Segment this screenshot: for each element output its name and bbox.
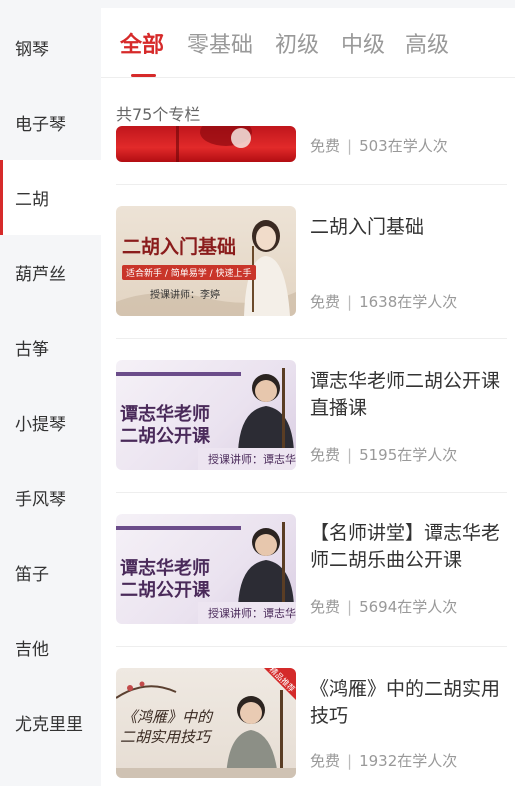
course-thumbnail: 精品推荐 《鸿雁》中的 二胡实用技巧 [116, 668, 296, 778]
course-thumbnail: 谭志华老师 二胡公开课 授课讲师：谭志华 [116, 360, 296, 470]
sidebar-item-label: 钢琴 [15, 40, 49, 60]
course-title[interactable]: 《鸿雁》中的二胡实用技巧 [310, 676, 506, 730]
tab-intermediate[interactable]: 中级 [341, 27, 385, 59]
divider [116, 646, 507, 647]
meta-separator: | [347, 293, 353, 311]
list-item[interactable]: 二胡入门基础 适合新手 / 简单易学 / 快速上手 授课讲师：李婷 二胡入门基础… [116, 206, 507, 316]
sidebar-item-guzheng[interactable]: 古筝 [0, 310, 101, 385]
divider [116, 184, 507, 185]
meta-separator: | [347, 446, 353, 464]
sidebar-item-erhu[interactable]: 二胡 [0, 160, 101, 235]
learner-count: 5195在学人次 [359, 446, 458, 464]
sidebar-item-label: 二胡 [15, 190, 49, 210]
price-label: 免费 [310, 446, 341, 464]
learner-count: 1638在学人次 [359, 293, 458, 311]
thumb-heading-line1: 《鸿雁》中的 [122, 708, 213, 726]
sidebar-item-piano[interactable]: 钢琴 [0, 10, 101, 85]
sidebar-item-label: 电子琴 [15, 115, 66, 135]
meta-separator: | [347, 137, 353, 155]
course-meta: 免费 | 1638在学人次 [310, 291, 457, 312]
column-count: 共75个专栏 [116, 105, 201, 124]
thumb-teacher: 授课讲师：李婷 [150, 290, 220, 301]
tab-all[interactable]: 全部 [120, 27, 164, 59]
sidebar-item-label: 古筝 [15, 340, 49, 360]
level-tabs: 全部 零基础 初级 中级 高级 [101, 8, 515, 78]
course-thumbnail: 谭志华老师 二胡公开课 授课讲师：谭志华 [116, 514, 296, 624]
course-title[interactable]: 【名师讲堂】谭志华老师二胡乐曲公开课 [310, 520, 506, 574]
sidebar-item-violin[interactable]: 小提琴 [0, 385, 101, 460]
sidebar-item-label: 葫芦丝 [15, 265, 66, 285]
price-label: 免费 [310, 293, 341, 311]
top-strip [101, 0, 515, 8]
tab-beginner[interactable]: 初级 [275, 27, 319, 59]
thumb-heading: 二胡入门基础 [122, 236, 237, 258]
course-meta: 免费 | 5694在学人次 [310, 596, 457, 617]
divider [116, 338, 507, 339]
thumb-heading-line2: 二胡实用技巧 [120, 728, 211, 746]
sidebar-item-label: 吉他 [15, 640, 49, 660]
category-sidebar: 钢琴 电子琴 二胡 葫芦丝 古筝 小提琴 手风琴 笛子 吉他 尤克里里 [0, 0, 101, 786]
course-title[interactable]: 谭志华老师二胡公开课直播课 [310, 368, 506, 422]
course-thumbnail: 二胡入门基础 适合新手 / 简单易学 / 快速上手 授课讲师：李婷 [116, 206, 296, 316]
course-meta: 免费 | 1932在学人次 [310, 750, 457, 771]
thumb-teacher: 授课讲师：谭志华 [208, 453, 296, 466]
list-item[interactable]: 精品推荐 《鸿雁》中的 二胡实用技巧 《鸿雁》中的二胡实用技巧 免费 | 1932在… [116, 668, 507, 778]
price-label: 免费 [310, 137, 341, 155]
thumb-teacher: 授课讲师：谭志华 [208, 607, 296, 620]
meta-separator: | [347, 598, 353, 616]
tab-zero-basics[interactable]: 零基础 [187, 27, 253, 59]
sidebar-item-guitar[interactable]: 吉他 [0, 610, 101, 685]
thumb-tagline: 适合新手 / 简单易学 / 快速上手 [122, 265, 256, 280]
learner-count: 503在学人次 [359, 137, 448, 155]
tab-advanced[interactable]: 高级 [405, 27, 449, 59]
sidebar-item-accordion[interactable]: 手风琴 [0, 460, 101, 535]
course-thumbnail [116, 126, 296, 162]
list-item[interactable]: 谭志华老师 二胡公开课 授课讲师：谭志华 谭志华老师二胡公开课直播课 免费 | 51… [116, 360, 507, 470]
learner-count: 1932在学人次 [359, 752, 458, 770]
sidebar-item-dizi[interactable]: 笛子 [0, 535, 101, 610]
sidebar-item-hulusi[interactable]: 葫芦丝 [0, 235, 101, 310]
course-title[interactable]: 二胡入门基础 [310, 214, 506, 241]
list-item[interactable]: 免费 | 503在学人次 [116, 126, 507, 162]
sidebar-item-label: 小提琴 [15, 415, 66, 435]
price-label: 免费 [310, 752, 341, 770]
thumb-heading-line2: 二胡公开课 [120, 426, 210, 447]
course-meta: 免费 | 5195在学人次 [310, 444, 457, 465]
thumbnail-art [176, 126, 252, 162]
sidebar-item-ukulele[interactable]: 尤克里里 [0, 685, 101, 760]
sidebar-item-label: 手风琴 [15, 490, 66, 510]
thumb-heading-line2: 二胡公开课 [120, 580, 210, 601]
active-tab-indicator [131, 74, 156, 77]
divider [116, 492, 507, 493]
sidebar-item-label: 笛子 [15, 565, 49, 585]
learner-count: 5694在学人次 [359, 598, 458, 616]
list-item[interactable]: 谭志华老师 二胡公开课 授课讲师：谭志华 【名师讲堂】谭志华老师二胡乐曲公开课 … [116, 514, 507, 624]
price-label: 免费 [310, 598, 341, 616]
sidebar-item-label: 尤克里里 [15, 715, 83, 735]
course-meta: 免费 | 503在学人次 [310, 135, 448, 156]
sidebar-item-keyboard[interactable]: 电子琴 [0, 85, 101, 160]
meta-separator: | [347, 752, 353, 770]
